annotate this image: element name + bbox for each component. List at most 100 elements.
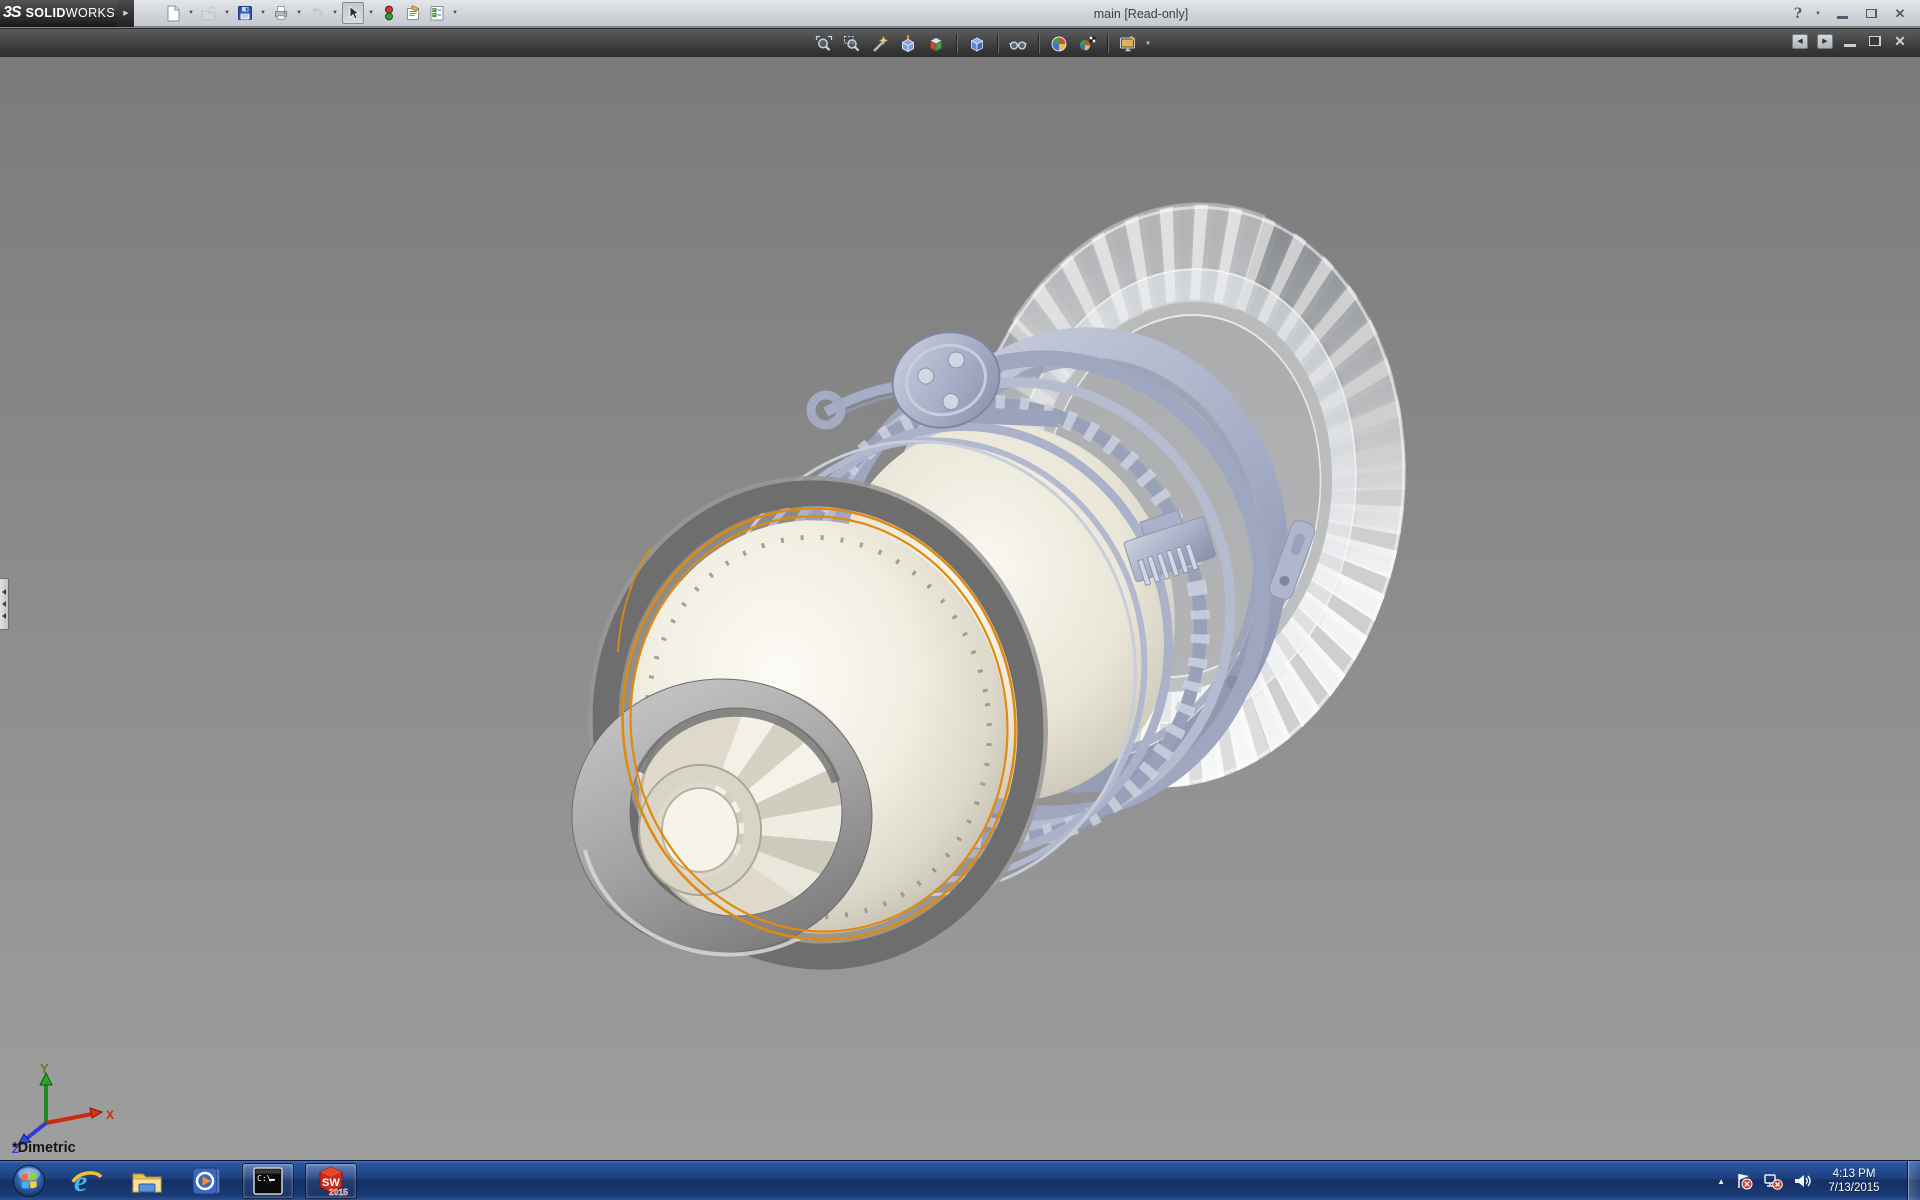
close-icon: ✕	[1895, 6, 1906, 22]
select-dropdown[interactable]: ▼	[366, 2, 376, 24]
internet-explorer-icon: e	[70, 1165, 104, 1197]
menu-strip: ▼ ◀ ▶ ✕	[0, 28, 1920, 57]
view-settings-button[interactable]	[1116, 32, 1140, 55]
help-icon[interactable]: ?	[1794, 6, 1802, 22]
select-tool-button[interactable]	[342, 2, 364, 24]
view-orientation-label: *Dimetric	[12, 1140, 76, 1156]
show-desktop-button[interactable]	[1907, 1161, 1920, 1200]
triad-y-label: Y	[40, 1061, 49, 1076]
svg-text:e: e	[74, 1165, 87, 1197]
taskbar-internet-explorer[interactable]: e	[66, 1164, 108, 1198]
print-icon	[272, 4, 290, 22]
appearance-ball-icon	[1049, 34, 1069, 54]
help-dropdown[interactable]: ▼	[1815, 11, 1821, 17]
undo-icon	[308, 4, 326, 22]
engine-model[interactable]	[0, 57, 1920, 1160]
section-view-button[interactable]	[896, 32, 920, 55]
collapse-arrow-icon	[2, 601, 6, 607]
edit-appearance-button[interactable]	[1047, 32, 1071, 55]
menu-expand-arrow[interactable]: ▶	[118, 0, 134, 27]
toolbar-separator	[997, 34, 998, 53]
taskbar-clock[interactable]: 4:13 PM 7/13/2015	[1821, 1167, 1887, 1195]
open-button[interactable]	[198, 2, 220, 24]
start-button[interactable]	[8, 1164, 50, 1198]
toolbar-separator	[956, 34, 957, 53]
solidworks-2015-icon: SW 2015	[314, 1165, 348, 1197]
solidworks-window: 3S SOLIDWORKS ▶ ▼ ▼ ▼ ▼ ▼	[0, 0, 1920, 1200]
hide-show-items-button[interactable]	[1006, 32, 1030, 55]
taskbar-media-player[interactable]	[186, 1164, 228, 1198]
doc-restore-button[interactable]	[1867, 33, 1883, 49]
triad-x-label: X	[106, 1108, 114, 1122]
open-folder-icon	[200, 4, 218, 22]
solidworks-logo: 3S SOLIDWORKS	[0, 0, 118, 27]
engine-assembly[interactable]	[560, 118, 1491, 1000]
save-button[interactable]	[234, 2, 256, 24]
pane-previous-button[interactable]: ◀	[1792, 34, 1808, 49]
display-style-cube-icon	[967, 34, 987, 54]
print-button[interactable]	[270, 2, 292, 24]
command-prompt-icon: C:\	[252, 1166, 284, 1196]
save-dropdown[interactable]: ▼	[258, 2, 268, 24]
titlebar-controls: ? ▼ ✕	[1794, 0, 1908, 27]
open-dropdown[interactable]: ▼	[222, 2, 232, 24]
options-button[interactable]	[402, 2, 424, 24]
apply-scene-button[interactable]	[1075, 32, 1099, 55]
display-style-button[interactable]	[965, 32, 989, 55]
apply-scene-icon	[1077, 34, 1097, 54]
undo-dropdown[interactable]: ▼	[330, 2, 340, 24]
volume-icon[interactable]	[1792, 1171, 1812, 1191]
minimize-button[interactable]	[1834, 6, 1850, 22]
select-cursor-icon	[344, 4, 362, 22]
restore-button[interactable]	[1863, 6, 1879, 22]
doc-restore-icon	[1869, 36, 1881, 46]
solidworks-logo-mark: 3S	[3, 4, 21, 22]
titlebar: 3S SOLIDWORKS ▶ ▼ ▼ ▼ ▼ ▼	[0, 0, 1920, 27]
network-error-icon[interactable]	[1763, 1171, 1783, 1191]
minimize-icon	[1837, 16, 1848, 19]
system-tray: ▲ 4:13 PM 7/13/2015	[1717, 1161, 1906, 1200]
toolbar-separator	[1107, 34, 1108, 53]
doc-close-button[interactable]: ✕	[1892, 33, 1908, 49]
properties-dropdown[interactable]: ▼	[450, 2, 460, 24]
view-orientation-button[interactable]	[924, 32, 948, 55]
show-hidden-icons[interactable]: ▲	[1717, 1177, 1725, 1186]
taskbar-command-prompt[interactable]: C:\	[242, 1163, 294, 1199]
taskbar-solidworks[interactable]: SW 2015	[305, 1163, 357, 1199]
taskbar-windows-explorer[interactable]	[126, 1164, 168, 1198]
undo-button[interactable]	[306, 2, 328, 24]
collapse-arrow-icon	[2, 589, 6, 595]
featuremanager-splitter-tab[interactable]	[0, 578, 9, 630]
options-notepad-icon	[404, 4, 422, 22]
toolbar-separator	[1038, 34, 1039, 53]
previous-view-button[interactable]	[868, 32, 892, 55]
new-document-button[interactable]	[162, 2, 184, 24]
close-button[interactable]: ✕	[1892, 6, 1908, 22]
cone-hub-bore	[662, 788, 738, 872]
properties-button[interactable]	[426, 2, 448, 24]
folder-icon	[130, 1166, 164, 1196]
view-settings-dropdown[interactable]: ▼	[1145, 41, 1151, 47]
view-orientation-cube-icon	[926, 34, 946, 54]
media-player-icon	[190, 1165, 224, 1197]
clock-time: 4:13 PM	[1821, 1167, 1887, 1181]
new-document-dropdown[interactable]: ▼	[186, 2, 196, 24]
cmd-prompt-text: C:\	[257, 1174, 272, 1183]
document-title: main [Read-only]	[1094, 7, 1189, 21]
zoom-to-fit-button[interactable]	[812, 32, 836, 55]
doc-minimize-button[interactable]	[1842, 33, 1858, 49]
quick-access-toolbar: ▼ ▼ ▼ ▼ ▼ ▼	[162, 2, 460, 24]
section-view-icon	[898, 34, 918, 54]
traffic-light-button[interactable]	[378, 2, 400, 24]
zoom-to-area-button[interactable]	[840, 32, 864, 55]
previous-view-wand-icon	[870, 34, 890, 54]
view-settings-monitor-icon	[1118, 34, 1138, 54]
print-dropdown[interactable]: ▼	[294, 2, 304, 24]
graphics-viewport[interactable]: Y X Z *Dimetric	[0, 57, 1920, 1160]
action-center-flag-icon[interactable]	[1734, 1171, 1754, 1191]
eyeglasses-icon	[1008, 34, 1028, 54]
taskbar: e C:\	[0, 1160, 1920, 1200]
properties-checklist-icon	[428, 4, 446, 22]
pane-next-button[interactable]: ▶	[1817, 34, 1833, 49]
start-orb-icon	[12, 1164, 46, 1198]
